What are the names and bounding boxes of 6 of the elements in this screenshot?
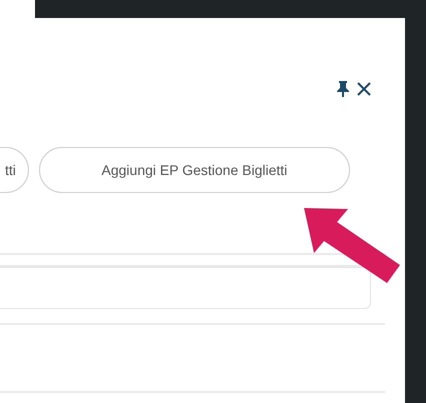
- close-icon[interactable]: [357, 82, 371, 96]
- input-field[interactable]: [0, 267, 371, 309]
- action-button[interactable]: tti: [0, 147, 29, 193]
- action-button[interactable]: Aggiungi EP Gestione Biglietti: [38, 147, 350, 193]
- arrow-icon: [304, 208, 401, 284]
- pin-icon[interactable]: [337, 81, 349, 97]
